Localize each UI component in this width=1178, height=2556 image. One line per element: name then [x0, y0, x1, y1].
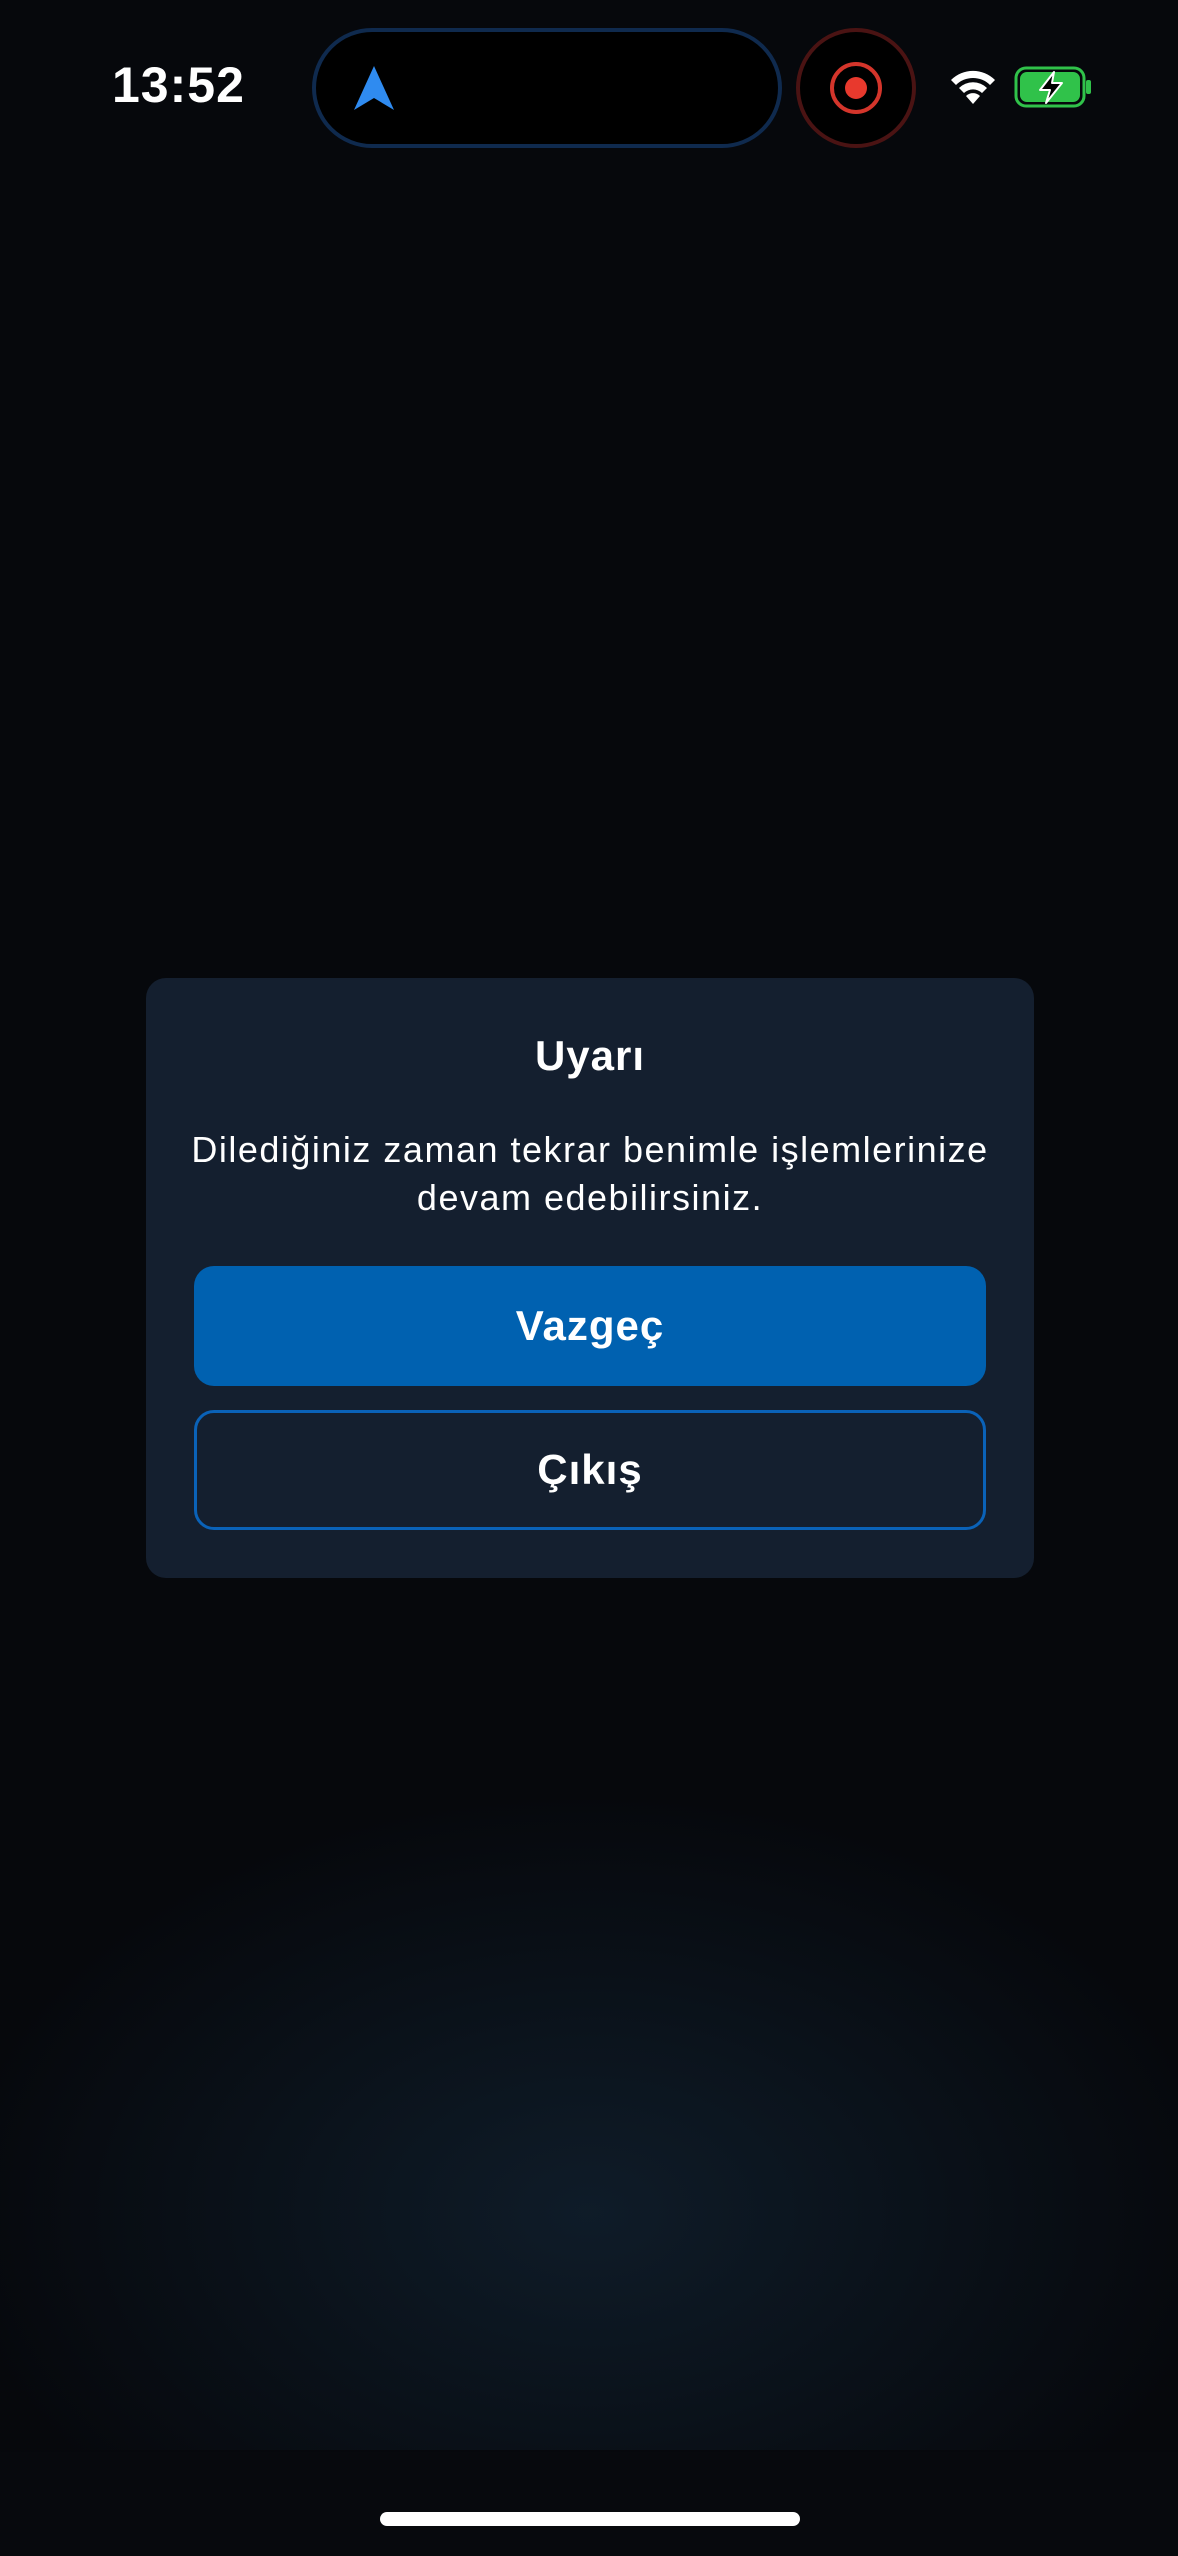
cancel-button[interactable]: Vazgeç: [194, 1266, 986, 1386]
dialog-title: Uyarı: [534, 1032, 646, 1079]
navigation-arrow-icon: [354, 66, 394, 110]
dialog-message: Dilediğiniz zaman tekrar benimle işlemle…: [191, 1129, 989, 1218]
home-indicator[interactable]: [380, 2512, 800, 2526]
bottom-strip: [0, 2452, 1178, 2556]
status-time: 13:52: [112, 57, 245, 113]
record-dot: [845, 77, 867, 99]
exit-button[interactable]: Çıkış: [194, 1410, 986, 1530]
screen-record-icon[interactable]: [796, 28, 916, 148]
battery-charging-icon: [1014, 66, 1091, 108]
background-glow: [0, 1500, 1178, 2450]
alert-dialog: Uyarı Dilediğiniz zaman tekrar benimle i…: [146, 978, 1034, 1578]
screen: 13:52 Uyarı Dilediğiniz zaman tekrar ben…: [0, 0, 1178, 2556]
wifi-icon: [951, 70, 995, 104]
record-outer-ring: [830, 62, 882, 114]
